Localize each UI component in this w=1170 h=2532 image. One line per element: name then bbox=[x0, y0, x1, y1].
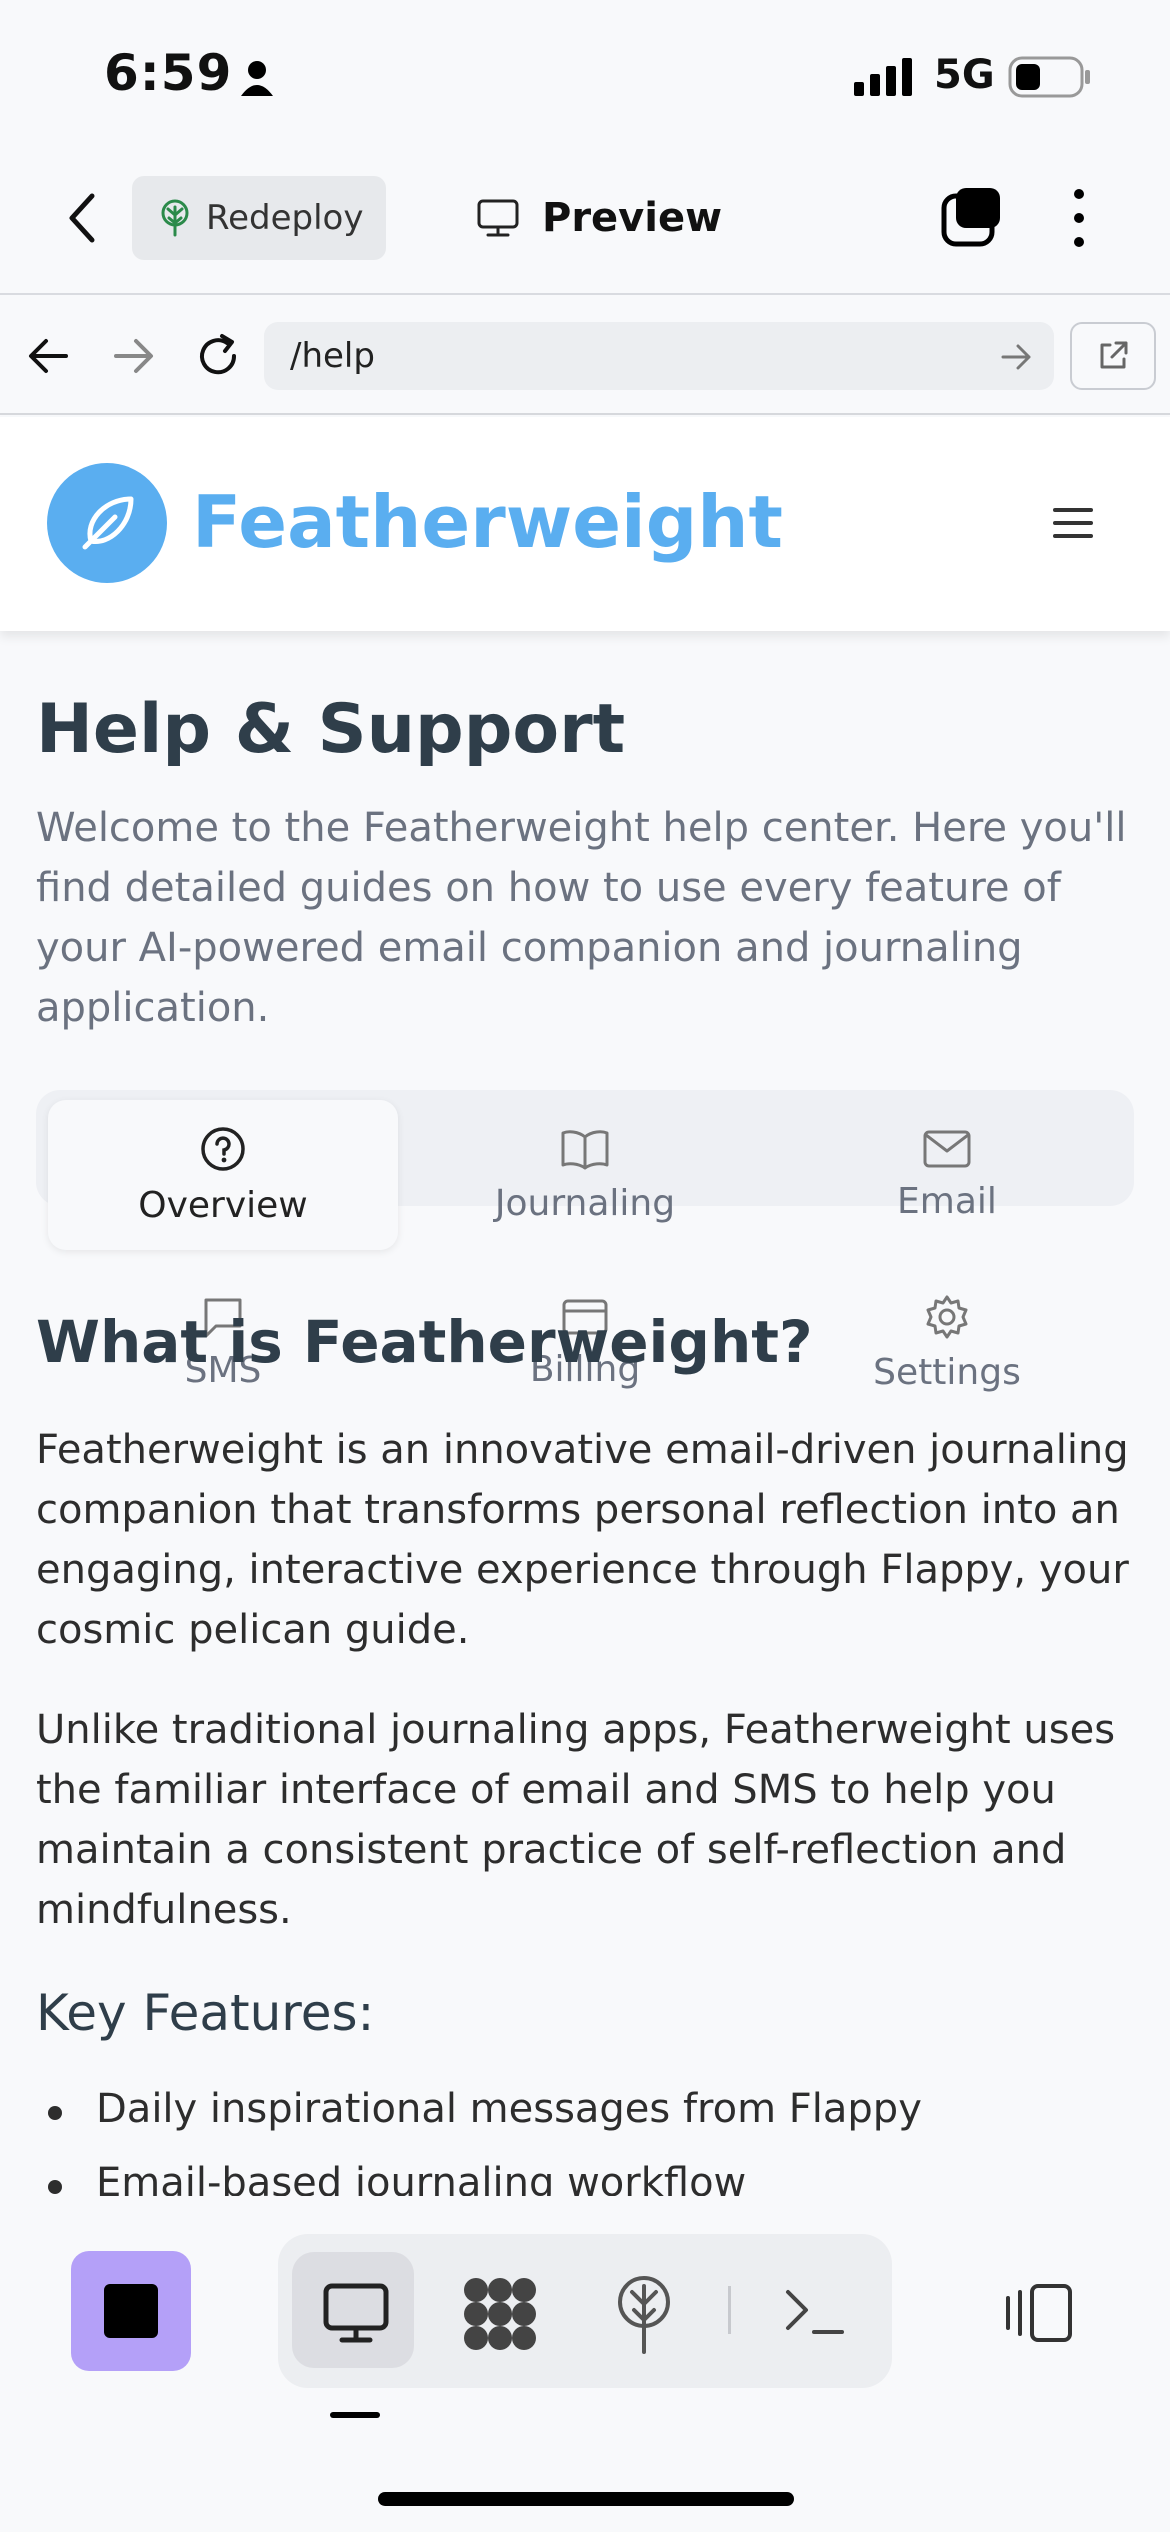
tab-email[interactable]: Email bbox=[772, 1100, 1122, 1250]
battery-icon bbox=[1008, 56, 1090, 98]
page-title: Help & Support bbox=[36, 690, 626, 769]
open-external-button[interactable] bbox=[1070, 322, 1156, 390]
selected-indicator bbox=[330, 2412, 380, 2418]
help-circle-icon bbox=[201, 1126, 245, 1171]
book-open-icon bbox=[561, 1129, 609, 1169]
url-text: /help bbox=[290, 336, 375, 376]
feature-item-clipped: Email-based journaling workflow bbox=[0, 2160, 1170, 2196]
go-arrow-icon[interactable] bbox=[1000, 342, 1034, 372]
feature-item: Email-based journaling workflow bbox=[96, 2160, 747, 2196]
cellular-signal-icon bbox=[854, 58, 912, 96]
divider bbox=[728, 2286, 731, 2334]
redeploy-button[interactable]: Redeploy bbox=[132, 176, 386, 260]
page-intro: Welcome to the Featherweight help center… bbox=[36, 805, 1127, 1031]
tab-journaling[interactable]: Journaling bbox=[410, 1100, 760, 1250]
split-view-icon[interactable] bbox=[1002, 2282, 1074, 2344]
tab-settings[interactable]: Settings bbox=[772, 1268, 1122, 1418]
preview-label: Preview bbox=[542, 195, 723, 241]
stop-square-icon bbox=[104, 2284, 158, 2338]
features-title: Key Features: bbox=[36, 1984, 375, 2042]
status-time: 6:59 bbox=[104, 44, 233, 102]
feather-icon bbox=[82, 496, 134, 550]
mail-icon bbox=[923, 1130, 971, 1167]
brand-name[interactable]: Featherweight bbox=[192, 480, 783, 564]
external-link-icon bbox=[1100, 341, 1128, 369]
monitor-icon bbox=[323, 2283, 389, 2343]
feature-item: Daily inspirational messages from Flappy bbox=[96, 2086, 922, 2132]
hamburger-menu-icon[interactable] bbox=[1053, 508, 1093, 540]
url-field[interactable]: /help bbox=[264, 322, 1054, 390]
redeploy-label: Redeploy bbox=[206, 198, 364, 238]
terminal-icon[interactable] bbox=[784, 2286, 846, 2336]
settings-gear-icon bbox=[926, 1295, 968, 1338]
tab-label: Settings bbox=[873, 1351, 1021, 1393]
tabs-switcher-icon[interactable] bbox=[940, 184, 1004, 248]
tab-label: Email bbox=[897, 1180, 997, 1222]
overview-paragraph-1: Featherweight is an innovative email-dri… bbox=[36, 1427, 1129, 1653]
bullet bbox=[48, 2180, 62, 2194]
browser-back-icon[interactable] bbox=[26, 336, 70, 376]
status-bar: 6:59 5G bbox=[0, 0, 1170, 150]
more-vertical-icon[interactable] bbox=[1064, 186, 1094, 250]
browser-forward-icon[interactable] bbox=[112, 336, 156, 376]
back-chevron-icon[interactable] bbox=[64, 192, 104, 244]
section-title: What is Featherweight? bbox=[36, 1308, 813, 1376]
preview-toggle[interactable]: Preview bbox=[476, 178, 722, 258]
tab-label: Overview bbox=[138, 1184, 308, 1226]
tree-deploy-icon[interactable] bbox=[612, 2274, 676, 2354]
home-indicator bbox=[378, 2492, 794, 2506]
stop-button[interactable] bbox=[71, 2251, 191, 2371]
tree-icon bbox=[161, 199, 189, 237]
tab-overview[interactable]: Overview bbox=[48, 1100, 398, 1250]
brand-logo[interactable] bbox=[47, 463, 167, 583]
person-icon bbox=[241, 61, 273, 96]
reload-icon[interactable] bbox=[194, 332, 242, 380]
overview-paragraph-2: Unlike traditional journaling apps, Feat… bbox=[36, 1707, 1116, 1933]
network-type: 5G bbox=[934, 52, 995, 98]
apps-grid-icon[interactable] bbox=[462, 2276, 538, 2352]
monitor-icon bbox=[477, 199, 519, 237]
tab-label: Journaling bbox=[494, 1182, 676, 1224]
bullet bbox=[48, 2106, 62, 2120]
